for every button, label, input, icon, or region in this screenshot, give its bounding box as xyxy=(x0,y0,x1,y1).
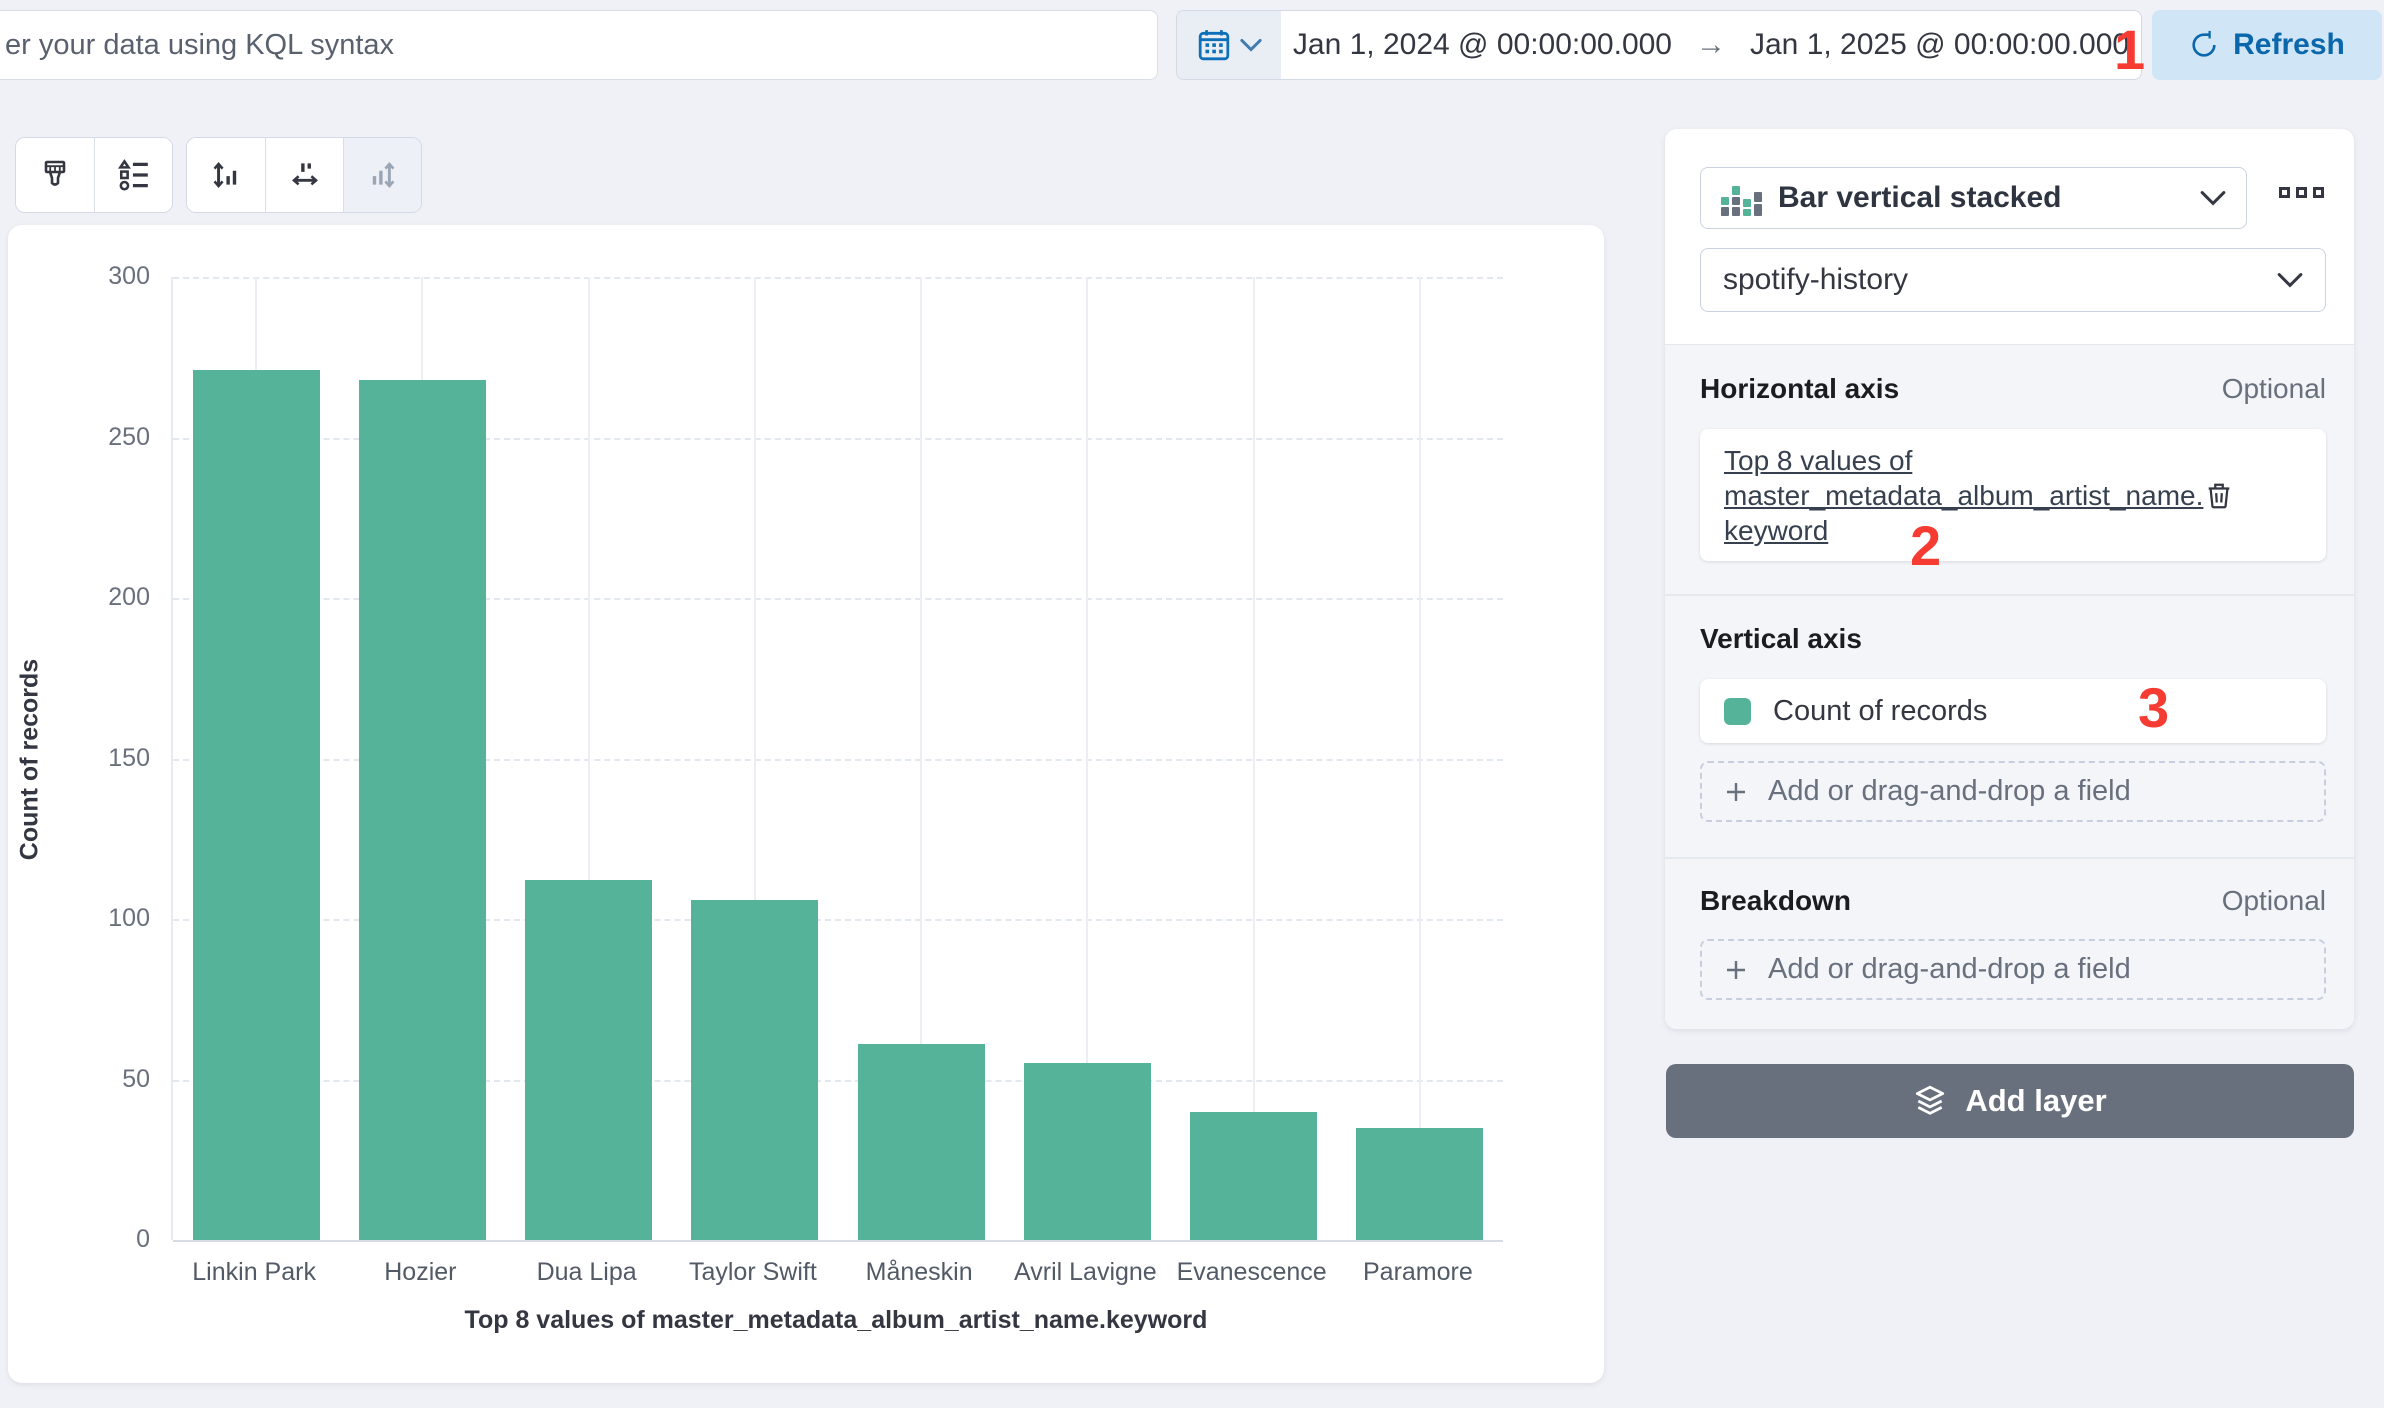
vertical-axis-dimension[interactable]: Count of records xyxy=(1700,679,2326,743)
horizontal-axis-section: Horizontal axis Optional Top 8 values of… xyxy=(1665,373,2354,561)
arrow-right-icon: → xyxy=(1696,28,1726,62)
bar-vertical-stacked-icon xyxy=(1721,180,1762,216)
right-axis-button[interactable] xyxy=(343,138,421,212)
y-tick-label: 100 xyxy=(50,904,150,933)
date-end[interactable]: Jan 1, 2025 @ 00:00:00.000 xyxy=(1750,28,2129,62)
chevron-down-icon xyxy=(2200,190,2226,206)
chart-type-label: Bar vertical stacked xyxy=(1778,181,2184,215)
layer-settings-icon[interactable] xyxy=(2279,187,2324,198)
x-tick-label: Taylor Swift xyxy=(663,1258,843,1287)
section-title: Horizontal axis xyxy=(1700,373,1899,405)
gridline xyxy=(1253,277,1255,1240)
plus-icon xyxy=(1724,958,1748,982)
calendar-icon xyxy=(1197,28,1231,62)
bar-dua-lipa[interactable] xyxy=(525,880,652,1240)
bar-måneskin[interactable] xyxy=(858,1044,985,1240)
vertical-axis-icon xyxy=(209,158,243,192)
optional-badge: Optional xyxy=(2222,885,2326,917)
metric-swatch xyxy=(1724,698,1751,725)
vertical-axis-section: Vertical axis Count of records Add or dr… xyxy=(1665,623,2354,822)
calendar-menu-button[interactable] xyxy=(1177,11,1281,79)
refresh-icon xyxy=(2189,30,2219,60)
horizontal-axis-icon xyxy=(288,158,322,192)
annotation-1: 1 xyxy=(2114,22,2145,78)
appearance-button[interactable] xyxy=(16,138,94,212)
legend-list-icon xyxy=(117,158,151,192)
layer-config-panel: Bar vertical stacked spotify-history Hor… xyxy=(1665,129,2354,1029)
chevron-down-icon xyxy=(2277,272,2303,288)
trash-icon[interactable] xyxy=(2204,480,2234,510)
layers-icon xyxy=(1913,1084,1947,1118)
y-tick-label: 150 xyxy=(50,744,150,773)
x-tick-label: Evanescence xyxy=(1162,1258,1342,1287)
x-axis-title: Top 8 values of master_metadata_album_ar… xyxy=(171,1306,1501,1335)
x-tick-label: Dua Lipa xyxy=(497,1258,677,1287)
bar-evanescence[interactable] xyxy=(1190,1112,1317,1240)
paintbrush-icon xyxy=(39,159,71,191)
annotation-3: 3 xyxy=(2138,680,2169,736)
vertical-axis-add-field[interactable]: Add or drag-and-drop a field xyxy=(1700,761,2326,822)
dimension-link[interactable]: Top 8 values of master_metadata_album_ar… xyxy=(1724,443,2204,548)
add-layer-button[interactable]: Add layer xyxy=(1666,1064,2354,1138)
bar-paramore[interactable] xyxy=(1356,1128,1483,1240)
add-field-label: Add or drag-and-drop a field xyxy=(1768,953,2131,986)
y-tick-label: 200 xyxy=(50,583,150,612)
metric-label: Count of records xyxy=(1773,695,2302,728)
y-tick-label: 300 xyxy=(50,262,150,291)
y-tick-label: 250 xyxy=(50,423,150,452)
legend-settings-button[interactable] xyxy=(94,138,172,212)
y-axis-title: Count of records xyxy=(16,420,45,1100)
x-tick-label: Måneskin xyxy=(829,1258,1009,1287)
right-axis-icon xyxy=(366,158,400,192)
chart-type-select[interactable]: Bar vertical stacked xyxy=(1700,167,2247,229)
data-view-select[interactable]: spotify-history xyxy=(1700,248,2326,312)
x-axis-line xyxy=(173,1240,1503,1242)
x-tick-label: Paramore xyxy=(1328,1258,1508,1287)
date-range-values: Jan 1, 2024 @ 00:00:00.000 → Jan 1, 2025… xyxy=(1281,11,2141,79)
bar-taylor-swift[interactable] xyxy=(691,900,818,1240)
section-title: Vertical axis xyxy=(1700,623,1862,655)
style-toolbar-group xyxy=(15,137,173,213)
left-axis-button[interactable] xyxy=(187,138,265,212)
add-field-label: Add or drag-and-drop a field xyxy=(1768,775,2131,808)
dimension-sections: Horizontal axis Optional Top 8 values of… xyxy=(1665,344,2354,1029)
bar-linkin-park[interactable] xyxy=(193,370,320,1240)
chevron-down-icon xyxy=(1240,38,1262,52)
section-title: Breakdown xyxy=(1700,885,1851,917)
x-tick-label: Hozier xyxy=(330,1258,510,1287)
date-range-picker: Jan 1, 2024 @ 00:00:00.000 → Jan 1, 2025… xyxy=(1176,10,2142,80)
bar-chart-plot xyxy=(171,277,1503,1240)
x-tick-label: Linkin Park xyxy=(164,1258,344,1287)
gridline xyxy=(173,277,1503,279)
y-tick-label: 0 xyxy=(50,1225,150,1254)
data-view-label: spotify-history xyxy=(1723,263,2277,297)
kql-search-input[interactable] xyxy=(0,10,1158,80)
refresh-label: Refresh xyxy=(2233,28,2345,62)
optional-badge: Optional xyxy=(2222,373,2326,405)
plus-icon xyxy=(1724,780,1748,804)
breakdown-section: Breakdown Optional Add or drag-and-drop … xyxy=(1665,885,2354,1000)
annotation-2: 2 xyxy=(1910,518,1941,574)
bottom-axis-button[interactable] xyxy=(265,138,343,212)
lens-editor: Jan 1, 2024 @ 00:00:00.000 → Jan 1, 2025… xyxy=(0,0,2384,1408)
bar-avril-lavigne[interactable] xyxy=(1024,1063,1151,1240)
horizontal-axis-dimension[interactable]: Top 8 values of master_metadata_album_ar… xyxy=(1700,429,2326,561)
refresh-button[interactable]: Refresh xyxy=(2152,10,2382,80)
date-start[interactable]: Jan 1, 2024 @ 00:00:00.000 xyxy=(1293,28,1672,62)
gridline xyxy=(1419,277,1421,1240)
x-tick-label: Avril Lavigne xyxy=(995,1258,1175,1287)
bar-hozier[interactable] xyxy=(359,380,486,1240)
add-layer-label: Add layer xyxy=(1965,1083,2106,1119)
breakdown-add-field[interactable]: Add or drag-and-drop a field xyxy=(1700,939,2326,1000)
axes-toolbar-group xyxy=(186,137,422,213)
y-tick-label: 50 xyxy=(50,1065,150,1094)
